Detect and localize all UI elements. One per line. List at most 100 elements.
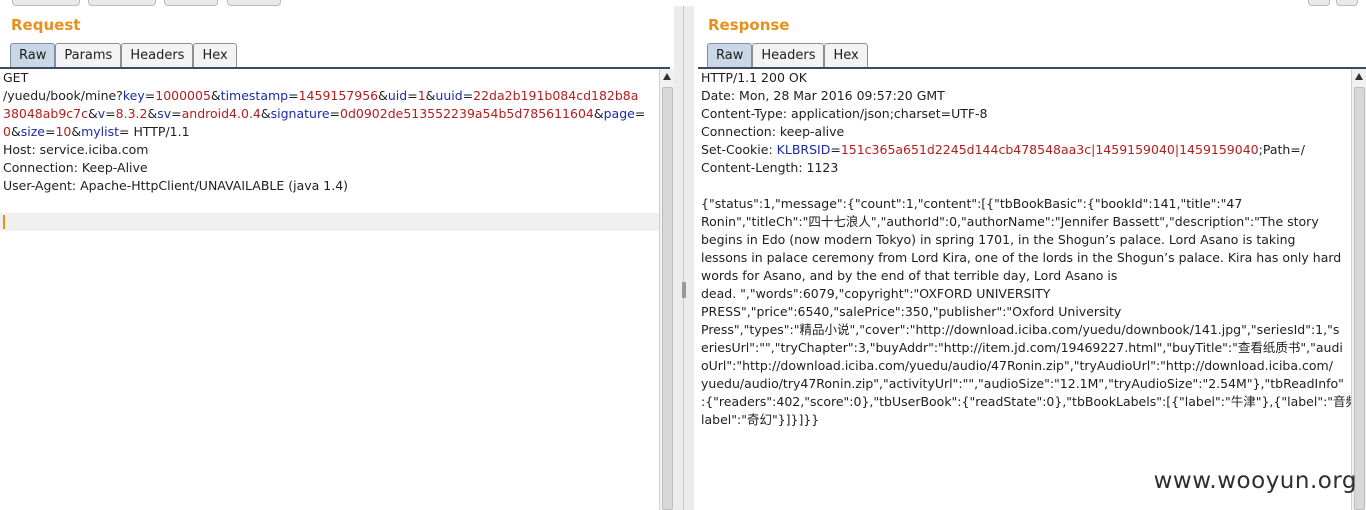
text-segment: = (105, 106, 116, 121)
scroll-thumb[interactable] (662, 87, 673, 510)
response-title: Response (708, 16, 790, 34)
text-segment: = (171, 106, 182, 121)
text-line: Set-Cookie: KLBRSID=151c365a651d2245d144… (698, 141, 1352, 159)
pane-splitter[interactable] (674, 6, 694, 510)
param-name: KLBRSID (776, 142, 831, 157)
text-segment: ;Path=/ (1258, 142, 1305, 157)
scroll-up-icon[interactable] (663, 73, 671, 80)
splitter-line (683, 6, 684, 510)
text-segment: label":"奇幻"}]}]}} (701, 412, 820, 427)
param-name: sv (157, 106, 172, 121)
tab-raw[interactable]: Raw (707, 43, 753, 67)
text-segment: = (144, 88, 156, 103)
param-name: signature (270, 106, 330, 121)
text-line: :{"readers":402,"score":0},"tbUserBook":… (698, 393, 1366, 411)
text-segment: PRESS","price":6540,"salePrice":350,"pub… (701, 304, 1122, 319)
param-name: page (603, 106, 635, 121)
text-line: Connection: Keep-Alive (0, 159, 660, 177)
param-value: 1000005 (155, 88, 211, 103)
text-segment: Press","types":"精品小说","cover":"http://do… (701, 322, 1340, 337)
text-segment: Connection: keep-alive (701, 124, 845, 139)
text-segment: {"status":1,"message":{"count":1,"conten… (701, 196, 1243, 211)
param-name: uuid (435, 88, 463, 103)
text-segment: Ronin","titleCh":"四十七浪人","authorId":0,"a… (701, 214, 1319, 229)
param-value: 1459157956 (298, 88, 379, 103)
text-segment: eriesUrl":"","tryChapter":3,"buyAddr":"h… (701, 340, 1343, 355)
text-segment: = (462, 88, 474, 103)
text-segment: = (830, 142, 841, 157)
text-line: 0&size=10&mylist= HTTP/1.1 (0, 123, 660, 141)
text-line: Connection: keep-alive (698, 123, 1352, 141)
text-segment: & (10, 124, 21, 139)
text-line (0, 195, 660, 213)
param-value: 10 (55, 124, 72, 139)
param-value: 0 (3, 124, 11, 139)
param-name: uid (387, 88, 408, 103)
text-line: lessons in palace ceremony from Lord Kir… (698, 249, 1352, 267)
text-segment: = (44, 124, 56, 139)
tab-raw[interactable]: Raw (10, 43, 56, 67)
splitter-grip-icon[interactable] (682, 282, 686, 298)
text-segment: = (634, 106, 646, 121)
watermark-text: www.wooyun.org (1153, 468, 1357, 494)
tab-params[interactable]: Params (55, 43, 122, 67)
text-segment: lessons in palace ceremony from Lord Kir… (701, 250, 1342, 265)
text-segment: & (378, 88, 388, 103)
text-line: /yuedu/book/mine?key=1000005&timestamp=1… (0, 87, 660, 105)
text-line: GET (0, 69, 660, 87)
text-segment: & (425, 88, 436, 103)
param-value: 8.3.2 (115, 106, 148, 121)
text-segment: Set-Cookie: (701, 142, 777, 157)
response-tabs: Raw Headers Hex (707, 43, 868, 67)
tab-hex[interactable]: Hex (824, 43, 868, 67)
text-caret (3, 215, 5, 229)
text-segment: yuedu/audio/try47Ronin.zip","activityUrl… (701, 376, 1344, 391)
text-line: Host: service.iciba.com (0, 141, 660, 159)
text-line: Content-Length: 1123 (698, 159, 1352, 177)
text-segment: dead. ","words":6079,"copyright":"OXFORD… (701, 286, 1051, 301)
param-value: 22da2b191b084cd182b8a (473, 88, 639, 103)
text-segment: = (288, 88, 299, 103)
response-editor[interactable]: HTTP/1.1 200 OK Date: Mon, 28 Mar 2016 09… (698, 69, 1366, 510)
text-line: words for Asano, and by the end of that … (698, 267, 1352, 285)
request-editor[interactable]: GET/yuedu/book/mine?key=1000005&timestam… (0, 69, 660, 510)
text-segment: & (260, 106, 271, 121)
text-segment: words for Asano, and by the end of that … (701, 268, 1118, 283)
text-segment: & (147, 106, 158, 121)
text-segment: & (88, 106, 98, 121)
text-line: Press","types":"精品小说","cover":"http://do… (698, 321, 1352, 339)
param-name: timestamp (220, 88, 289, 103)
text-line (0, 213, 660, 231)
tab-hex[interactable]: Hex (193, 43, 237, 67)
text-segment: Host: service.iciba.com (3, 142, 149, 157)
scroll-up-icon[interactable] (1355, 73, 1363, 80)
text-line: User-Agent: Apache-HttpClient/UNAVAILABL… (0, 177, 660, 195)
text-line: Content-Type: application/json;charset=U… (698, 105, 1352, 123)
text-segment: & (593, 106, 604, 121)
text-segment: = HTTP/1.1 (119, 124, 190, 139)
text-segment: Content-Type: application/json;charset=U… (701, 106, 988, 121)
text-segment: GET (3, 70, 29, 85)
param-name: mylist (81, 124, 120, 139)
text-segment: Content-Length: 1123 (701, 160, 839, 175)
text-line: begins in Edo (now modern Tokyo) in spri… (698, 231, 1352, 249)
text-line: {"status":1,"message":{"count":1,"conten… (698, 195, 1352, 213)
text-segment: Connection: Keep-Alive (3, 160, 148, 175)
text-line (698, 177, 1352, 195)
text-segment: & (210, 88, 221, 103)
tab-headers[interactable]: Headers (752, 43, 825, 67)
param-value: 1 (417, 88, 426, 103)
text-line: 38048ab9c7c&v=8.3.2&sv=android4.0.4&sign… (0, 105, 660, 123)
request-scrollbar[interactable] (659, 69, 674, 510)
text-line: oUrl":"http://download.iciba.com/yuedu/a… (698, 357, 1352, 375)
text-segment: Date: Mon, 28 Mar 2016 09:57:20 GMT (701, 88, 945, 103)
param-name: size (20, 124, 45, 139)
tab-headers[interactable]: Headers (121, 43, 194, 67)
text-segment: = (407, 88, 418, 103)
text-segment: begins in Edo (now modern Tokyo) in spri… (701, 232, 1296, 247)
text-line: Ronin","titleCh":"四十七浪人","authorId":0,"a… (698, 213, 1352, 231)
param-value: android4.0.4 (181, 106, 261, 121)
response-scrollbar[interactable] (1351, 69, 1366, 510)
text-segment: User-Agent: Apache-HttpClient/UNAVAILABL… (3, 178, 349, 193)
scroll-thumb[interactable] (1354, 87, 1365, 510)
